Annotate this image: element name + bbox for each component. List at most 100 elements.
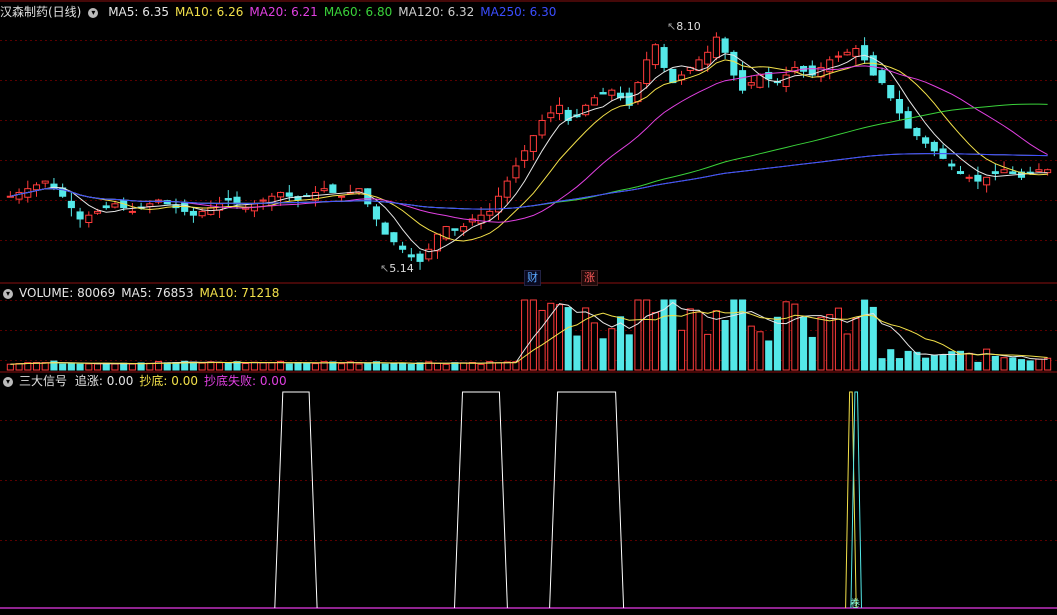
candle-body: [895, 98, 904, 114]
volume-bar: [939, 354, 947, 371]
candle-body: [381, 222, 389, 235]
volume-bar: [120, 362, 128, 371]
chevron-down-icon[interactable]: ▾: [3, 376, 13, 387]
volume-bar: [355, 363, 363, 371]
volume-bar: [338, 363, 346, 371]
candle-body: [747, 82, 755, 86]
candle-body: [451, 228, 459, 231]
candle-body: [538, 119, 546, 136]
volume-bar: [625, 334, 633, 371]
volume-bar: [285, 363, 293, 371]
candle-body: [843, 51, 851, 56]
candle-body: [277, 191, 285, 198]
candle-body: [111, 203, 119, 208]
volume-header: ▾ VOLUME: 80069 MA5: 76853 MA10: 71218: [0, 284, 291, 302]
volume-bar: [477, 363, 485, 371]
candle-body: [852, 48, 860, 57]
indicator-4: MA120: 6.32: [398, 5, 475, 19]
volume-bar: [85, 363, 93, 371]
candle-body: [6, 195, 14, 198]
volume-bar: [294, 362, 302, 371]
candle-body: [93, 210, 102, 214]
grid-lines: [0, 0, 1057, 609]
volume-bar: [817, 316, 825, 371]
indicator-1: MA5: 76853: [121, 286, 194, 300]
volume-bar: [887, 349, 895, 371]
volume-bar: [721, 320, 729, 371]
candle-body: [1009, 171, 1017, 175]
candle-body: [956, 171, 965, 175]
volume-bar: [904, 350, 912, 371]
volume-bar: [67, 362, 75, 371]
candle-body: [861, 45, 869, 61]
volume-bar: [303, 362, 311, 371]
volume-bar: [800, 316, 808, 371]
candle-body: [590, 97, 598, 106]
chevron-down-icon[interactable]: ▾: [88, 7, 99, 18]
volume-bar: [93, 363, 102, 371]
price-chart: [6, 32, 1052, 270]
volume-bar: [442, 363, 450, 371]
price-header: 汉森制药(日线) ▾ MA5: 6.35 MA10: 6.26 MA20: 6.21 M…: [0, 3, 568, 21]
volume-bar: [433, 362, 442, 371]
volume-bar: [407, 363, 415, 371]
candle-body: [67, 200, 75, 209]
candle-body: [433, 233, 442, 252]
candle-body: [85, 214, 93, 224]
signal-header: ▾ 三大信号 追涨: 0.00 抄底: 0.00 抄底失败: 0.00: [0, 372, 299, 390]
candle-body: [198, 210, 206, 217]
candle-body: [669, 68, 677, 84]
volume-bar: [111, 363, 119, 371]
candle-body: [651, 44, 659, 66]
indicator-1: 抄底: 0.00: [139, 374, 198, 388]
volume-bar: [695, 311, 703, 371]
volume-bar: [590, 322, 598, 371]
volume-bar: [608, 328, 616, 371]
indicator-5: MA250: 6.30: [480, 5, 557, 19]
chart-canvas[interactable]: [0, 0, 1057, 615]
candle-body: [547, 112, 555, 119]
candle-body: [1044, 169, 1052, 174]
indicator-2: MA10: 71218: [199, 286, 280, 300]
volume-bar: [259, 362, 267, 371]
candle-body: [285, 192, 293, 197]
volume-bar: [216, 362, 224, 371]
candle-body: [695, 59, 703, 72]
volume-bar: [390, 362, 398, 371]
volume-bar: [843, 333, 851, 371]
candle-body: [512, 165, 520, 179]
finance-tag[interactable]: 财: [524, 270, 541, 286]
price-title: 汉森制药(日线): [0, 5, 82, 19]
volume-bar: [677, 329, 686, 371]
candle-body: [320, 188, 328, 192]
candle-body: [529, 135, 537, 152]
volume-bar: [1017, 359, 1026, 371]
candle-body: [372, 206, 381, 220]
volume-bar: [460, 362, 468, 371]
rise-tag[interactable]: 涨: [581, 270, 598, 286]
volume-bar: [974, 361, 982, 371]
volume-bar: [965, 352, 973, 371]
signal-bottom-tag: 卷: [850, 599, 860, 610]
volume-bar: [76, 363, 84, 371]
candle-body: [948, 163, 956, 167]
candle-body: [329, 184, 337, 193]
volume-bar: [826, 314, 834, 371]
ma5-line: [10, 53, 1048, 253]
volume-bar: [634, 299, 642, 371]
volume-bar: [538, 309, 546, 371]
volume-bar: [834, 307, 842, 371]
signal-pulse: [454, 391, 508, 609]
high-price-label: ↖8.10: [667, 20, 701, 33]
candle-body: [878, 70, 886, 84]
candle-body: [102, 205, 110, 209]
low-price-label: ↖5.14: [380, 262, 414, 275]
candle-body: [599, 92, 607, 95]
volume-bar: [268, 362, 276, 371]
indicator-1: MA10: 6.26: [174, 5, 244, 19]
volume-bar: [852, 317, 860, 371]
volume-bar: [895, 358, 904, 371]
chevron-down-icon[interactable]: ▾: [3, 288, 13, 299]
volume-bar: [198, 362, 206, 371]
price-indicators: MA5: 6.35 MA10: 6.26 MA20: 6.21 MA60: 6.80 M…: [108, 5, 562, 19]
